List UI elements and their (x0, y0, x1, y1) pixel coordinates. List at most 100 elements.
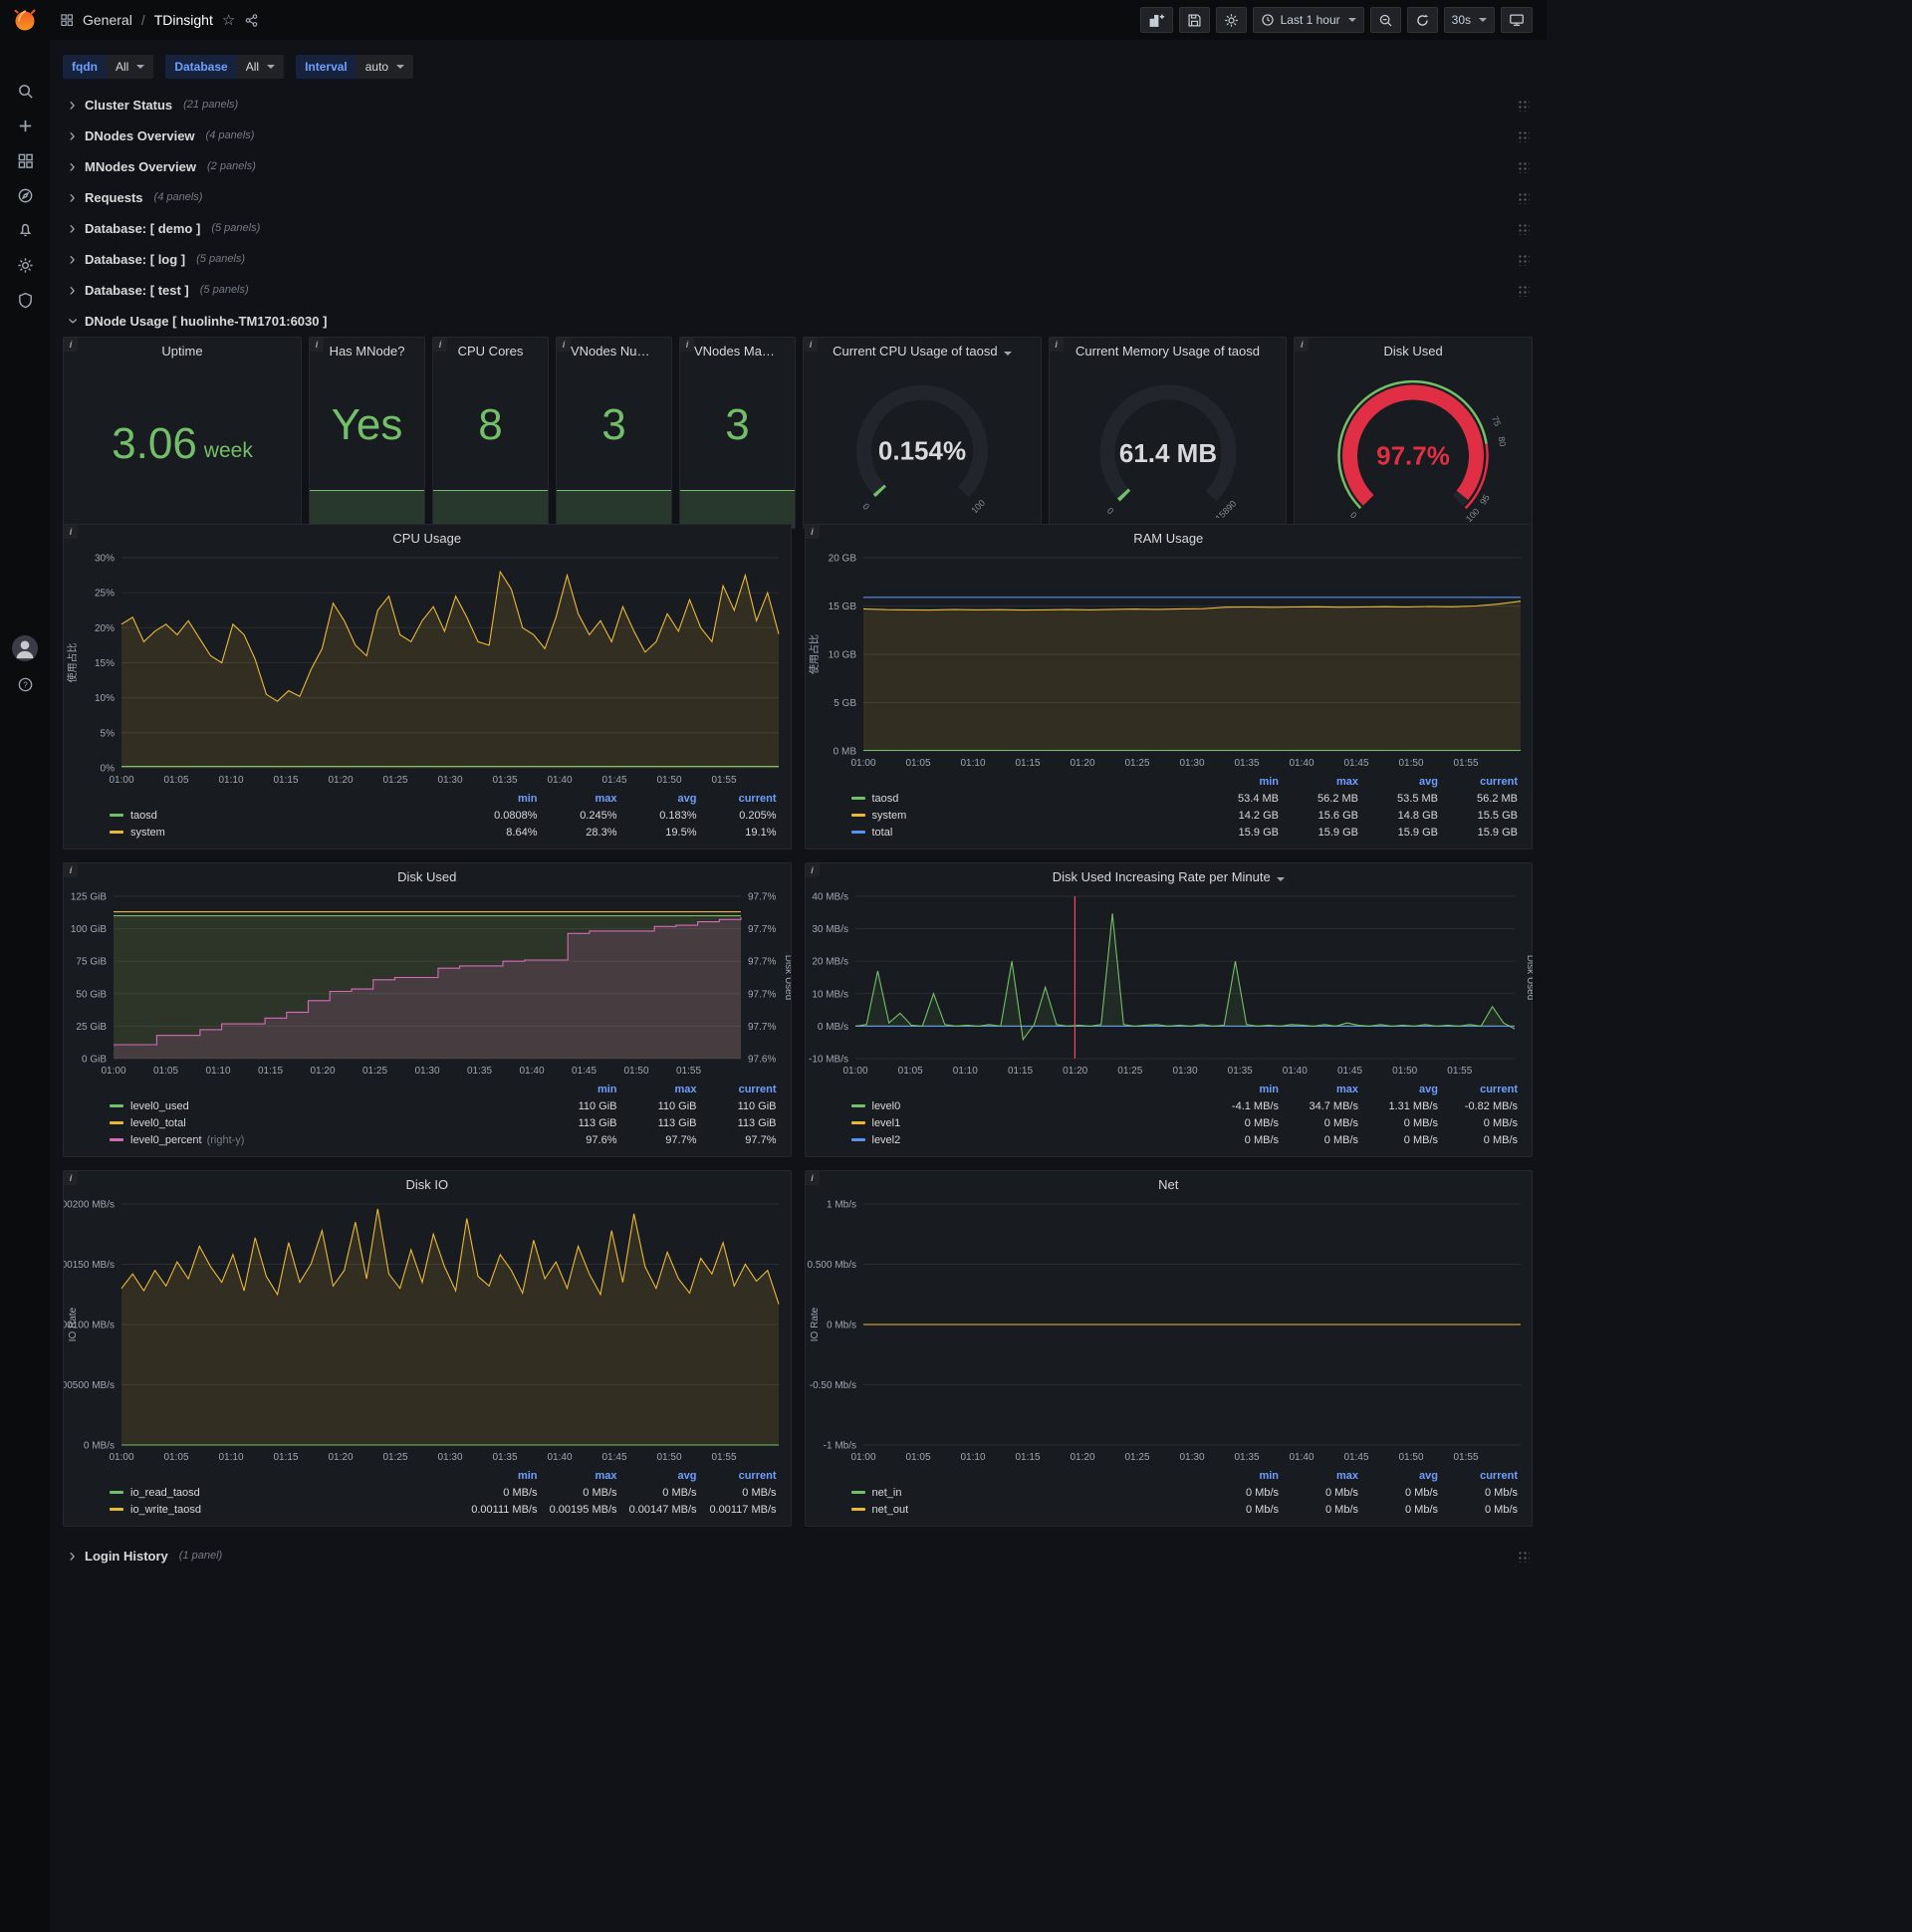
share-icon[interactable] (244, 13, 259, 28)
series-name[interactable]: io_read_taosd (130, 1487, 200, 1499)
series-name[interactable]: system (130, 827, 165, 839)
time-range-picker[interactable]: Last 1 hour (1252, 7, 1364, 33)
svg-text:01:50: 01:50 (1398, 1452, 1423, 1463)
series-name[interactable]: taosd (130, 810, 157, 822)
panel-title[interactable]: RAM Usage (806, 525, 1533, 548)
legend-item: system 8.64% 28.3% 19.5% 19.1% (110, 824, 777, 841)
search-icon[interactable] (0, 82, 50, 100)
row-drag-handle[interactable] (1517, 190, 1530, 204)
save-dashboard-button[interactable] (1178, 7, 1210, 33)
chart-legend: min max avg current taosd 0.0808% 0.245% 0.183%… (64, 788, 791, 848)
series-name[interactable]: net_out (872, 1504, 909, 1516)
variable-value-dropdown[interactable]: auto (356, 55, 414, 79)
refresh-button[interactable] (1406, 7, 1438, 33)
panel-info-icon[interactable]: i (310, 338, 324, 352)
variable-label[interactable]: Interval (296, 55, 357, 79)
breadcrumb-separator: / (140, 12, 145, 28)
row-drag-handle[interactable] (1517, 159, 1530, 173)
row-drag-handle[interactable] (1517, 221, 1530, 235)
row-title: Cluster Status (85, 97, 173, 113)
dashboard-row[interactable]: › Requests (4 panels) (63, 182, 1533, 212)
dashboard-row[interactable]: › Database: [ demo ] (5 panels) (63, 213, 1533, 243)
row-dnode-usage[interactable]: › DNode Usage [ huolinhe-TM1701:6030 ] (63, 306, 1533, 336)
panel-title[interactable]: Current CPU Usage of taosd (804, 338, 1041, 361)
panel-info-icon[interactable]: i (805, 863, 820, 877)
dashboard-row[interactable]: › MNodes Overview (2 panels) (63, 151, 1533, 181)
zoom-out-button[interactable] (1369, 7, 1401, 33)
panel-info-icon[interactable]: i (64, 863, 78, 877)
variable-value-dropdown[interactable]: All (236, 55, 285, 79)
panel-title[interactable]: VNodes Number (557, 338, 671, 361)
panel-title[interactable]: Disk Used Increasing Rate per Minute (806, 863, 1533, 886)
series-name[interactable]: level0_total (130, 1117, 186, 1129)
panel-title[interactable]: Disk Used (1295, 338, 1532, 361)
panel-title[interactable]: Disk IO (64, 1171, 791, 1194)
user-avatar[interactable] (12, 635, 38, 661)
configuration-gear-icon[interactable] (0, 256, 50, 274)
variable-label[interactable]: fqdn (63, 55, 107, 79)
series-name[interactable]: net_in (872, 1487, 902, 1499)
panel-info-icon[interactable]: i (64, 338, 78, 352)
row-drag-handle[interactable] (1517, 283, 1530, 297)
series-name[interactable]: level0_percent (130, 1134, 202, 1146)
series-name[interactable]: taosd (872, 793, 899, 805)
series-name[interactable]: level1 (872, 1117, 901, 1129)
legend-header: min max avg current (1259, 775, 1518, 788)
panel-title[interactable]: Has MNode? (310, 338, 424, 361)
dashboard-row[interactable]: › Database: [ test ] (5 panels) (63, 275, 1533, 305)
dashboard-row[interactable]: › DNodes Overview (4 panels) (63, 121, 1533, 150)
panel-title[interactable]: VNodes Masters (680, 338, 795, 361)
server-admin-shield-icon[interactable] (0, 291, 50, 309)
create-plus-icon[interactable] (0, 117, 50, 134)
panel-info-icon[interactable]: i (64, 1171, 78, 1185)
series-name[interactable]: io_write_taosd (130, 1504, 201, 1516)
row-drag-handle[interactable] (1517, 128, 1530, 142)
panel-info-icon[interactable]: i (680, 338, 694, 352)
panel-info-icon[interactable]: i (64, 525, 78, 539)
row-title: Database: [ demo ] (85, 220, 201, 236)
panel-info-icon[interactable]: i (805, 525, 820, 539)
panel-title[interactable]: Current Memory Usage of taosd (1050, 338, 1287, 361)
variable-value-dropdown[interactable]: All (107, 55, 154, 79)
series-name[interactable]: level0 (872, 1100, 901, 1112)
refresh-interval-dropdown[interactable]: 30s (1443, 7, 1495, 33)
cycle-view-mode-button[interactable] (1501, 7, 1533, 33)
legend-header: min max avg current (517, 1469, 777, 1482)
series-name[interactable]: total (872, 827, 893, 839)
dashboard-row[interactable]: › Database: [ log ] (5 panels) (63, 244, 1533, 274)
series-name[interactable]: system (872, 810, 907, 822)
alerting-bell-icon[interactable] (0, 221, 50, 239)
variable-label[interactable]: Database (165, 55, 237, 79)
breadcrumb-dashboard[interactable]: TDinsight (154, 12, 213, 28)
panel-title[interactable]: CPU Cores (433, 338, 548, 361)
panel-info-icon[interactable]: i (1049, 338, 1064, 352)
explore-compass-icon[interactable] (0, 186, 50, 204)
row-drag-handle[interactable] (1517, 98, 1530, 112)
help-icon[interactable]: ? (0, 675, 50, 693)
panel-title[interactable]: CPU Usage (64, 525, 791, 548)
panel-info-icon[interactable]: i (805, 1171, 820, 1185)
series-name[interactable]: level2 (872, 1134, 901, 1146)
chevron-right-icon: › (69, 218, 76, 238)
panel-info-icon[interactable]: i (433, 338, 447, 352)
add-panel-button[interactable] (1139, 7, 1173, 33)
dashboards-icon[interactable] (0, 151, 50, 169)
series-name[interactable]: level0_used (130, 1100, 189, 1112)
panel-info-icon[interactable]: i (557, 338, 571, 352)
grafana-logo-icon[interactable] (0, 7, 50, 33)
breadcrumb-folder[interactable]: General (83, 12, 132, 28)
star-icon[interactable]: ☆ (222, 11, 235, 29)
svg-text:01:55: 01:55 (1447, 1066, 1472, 1077)
row-panel-count: (2 panels) (207, 160, 256, 172)
row-drag-handle[interactable] (1517, 252, 1530, 266)
panel-title[interactable]: Uptime (64, 338, 301, 361)
dashboard-settings-button[interactable] (1215, 7, 1247, 33)
panel-title[interactable]: Net (806, 1171, 1533, 1194)
panel-info-icon[interactable]: i (804, 338, 818, 352)
panel-info-icon[interactable]: i (1295, 338, 1310, 352)
dashboard-row[interactable]: › Cluster Status (21 panels) (63, 90, 1533, 120)
row-drag-handle[interactable] (1517, 1549, 1530, 1563)
panel-title[interactable]: Disk Used (64, 863, 791, 886)
gauge: 0 100 0.154% (804, 361, 1041, 528)
row-login-history[interactable]: › Login History (1 panel) (63, 1541, 1533, 1570)
